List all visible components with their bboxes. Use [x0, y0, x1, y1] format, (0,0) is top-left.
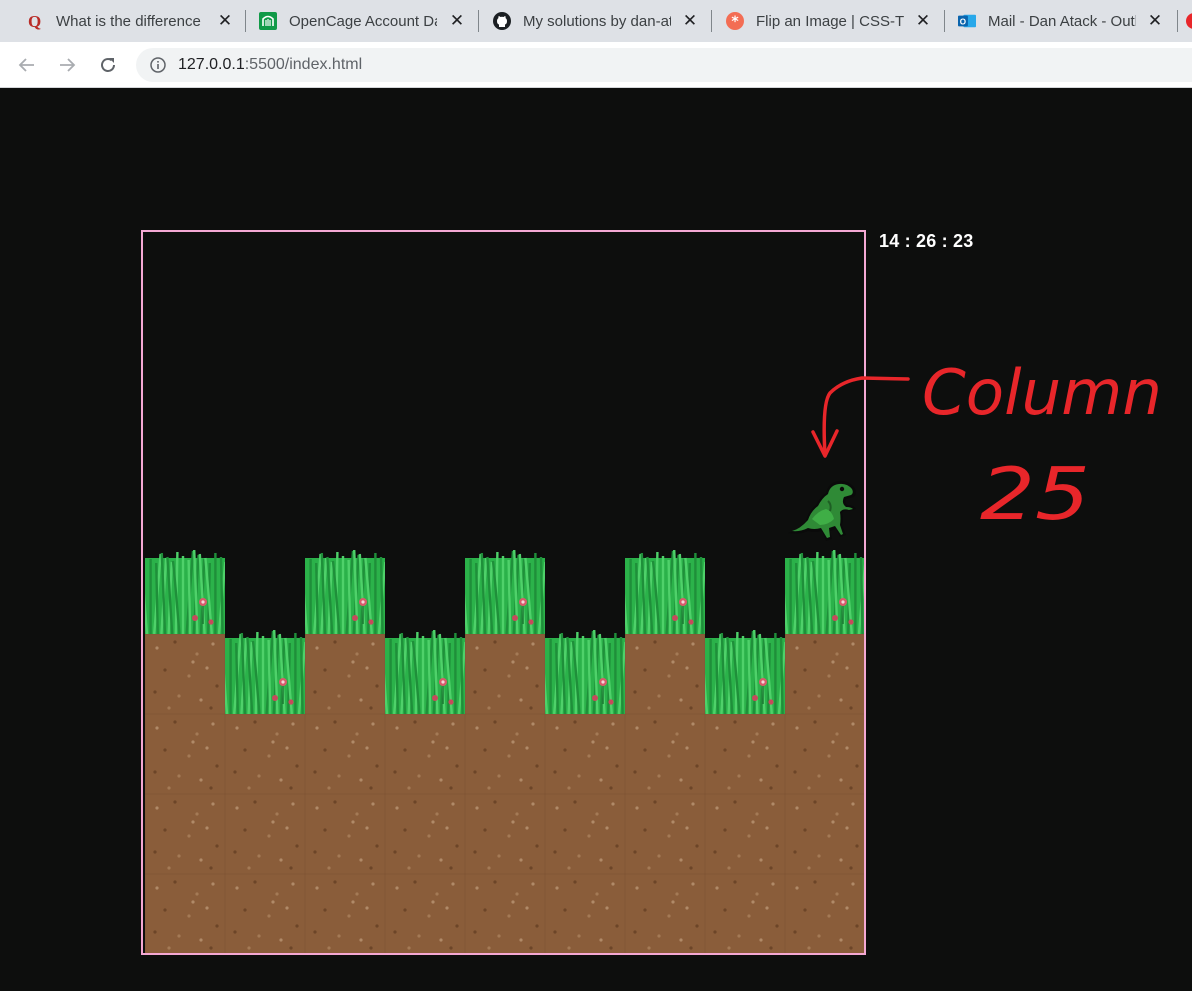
tab-css-tricks[interactable]: * Flip an Image | CSS-Tric ✕: [726, 0, 932, 42]
dirt-tile: [385, 794, 465, 874]
grass-tile: [465, 544, 545, 634]
dirt-tile: [145, 714, 225, 794]
close-icon[interactable]: ✕: [681, 12, 699, 30]
game-canvas[interactable]: [141, 230, 866, 955]
svg-text:*: *: [731, 14, 739, 30]
close-icon[interactable]: ✕: [1146, 12, 1164, 30]
tab-title: What is the difference b: [56, 12, 204, 30]
tab-separator: [478, 10, 479, 32]
tile-world: [145, 234, 864, 953]
dirt-tile: [465, 874, 545, 953]
game-timer: 14 : 26 : 23: [879, 231, 974, 251]
arrow-left-icon: [18, 58, 34, 72]
dirt-tile: [785, 634, 864, 714]
url-text[interactable]: 127.0.0.1:5500/index.html: [178, 56, 362, 74]
back-button[interactable]: [12, 50, 42, 80]
dirt-tile: [225, 874, 305, 953]
tab-github[interactable]: My solutions by dan-at ✕: [493, 0, 699, 42]
tab-title: OpenCage Account Dash: [289, 12, 437, 30]
next-tab-favicon-icon: [1186, 13, 1192, 29]
dirt-tile: [705, 714, 785, 794]
opencage-icon: [259, 12, 277, 30]
outlook-icon: O: [958, 12, 976, 30]
svg-text:Q: Q: [28, 12, 41, 30]
close-icon[interactable]: ✕: [216, 12, 234, 30]
grass-tile: [625, 544, 705, 634]
grass-tile: [785, 544, 864, 634]
tab-separator: [944, 10, 945, 32]
reload-icon: [101, 58, 115, 72]
page-content: 14 : 26 : 23 Column 25: [0, 89, 1192, 991]
dirt-tile: [225, 794, 305, 874]
annotation-overlay: Column 25: [811, 359, 1162, 536]
grass-tile: [145, 544, 225, 634]
dirt-tile: [625, 874, 705, 953]
tab-separator: [245, 10, 246, 32]
info-icon[interactable]: [150, 57, 166, 73]
dirt-tile: [785, 874, 864, 953]
url-host: 127.0.0.1: [178, 56, 245, 73]
dirt-tile: [465, 794, 545, 874]
dirt-tile: [145, 794, 225, 874]
dirt-tile: [385, 714, 465, 794]
close-icon[interactable]: ✕: [448, 12, 466, 30]
tab-quora[interactable]: Q What is the difference b ✕: [26, 0, 234, 42]
svg-text:O: O: [960, 18, 966, 27]
dirt-tile: [145, 634, 225, 714]
tab-strip: Q What is the difference b ✕ OpenCage Ac…: [0, 0, 1192, 42]
dirt-tile: [305, 794, 385, 874]
url-path: :5500/index.html: [244, 56, 363, 73]
dirt-tile: [625, 794, 705, 874]
dirt-tile: [785, 714, 864, 794]
dirt-tile: [225, 714, 305, 794]
tab-title: Mail - Dan Atack - Outl: [988, 12, 1136, 30]
tab-separator: [711, 10, 712, 32]
dirt-tile: [705, 794, 785, 874]
address-bar[interactable]: 127.0.0.1:5500/index.html: [136, 48, 1192, 82]
github-icon: [493, 12, 511, 30]
dirt-tile: [705, 874, 785, 953]
browser-toolbar: 127.0.0.1:5500/index.html: [0, 42, 1192, 88]
arrow-right-icon: [60, 58, 76, 72]
quora-icon: Q: [26, 12, 44, 30]
dirt-tile: [545, 794, 625, 874]
grass-tile: [305, 544, 385, 634]
tab-opencage[interactable]: OpenCage Account Dash ✕: [259, 0, 466, 42]
dirt-tile: [625, 634, 705, 714]
dirt-tile: [465, 634, 545, 714]
dirt-tile: [785, 794, 864, 874]
annotation-line1: Column: [922, 359, 1162, 429]
grass-tile: [385, 624, 465, 714]
forward-button[interactable]: [52, 50, 82, 80]
dirt-tile: [465, 714, 545, 794]
grass-tile: [705, 624, 785, 714]
dirt-tile: [305, 714, 385, 794]
dirt-tile: [305, 874, 385, 953]
dirt-tile: [385, 874, 465, 953]
tab-outlook[interactable]: O Mail - Dan Atack - Outl ✕: [958, 0, 1164, 42]
css-tricks-icon: *: [726, 12, 744, 30]
tab-title: Flip an Image | CSS-Tric: [756, 12, 904, 30]
tab-separator: [1177, 10, 1178, 32]
reload-button[interactable]: [93, 50, 123, 80]
annotation-arrow: [822, 376, 910, 457]
dirt-tile: [145, 874, 225, 953]
dirt-tile: [545, 874, 625, 953]
dirt-tile: [305, 634, 385, 714]
grass-tile: [545, 624, 625, 714]
tab-title: My solutions by dan-at: [523, 12, 671, 30]
dirt-tile: [545, 714, 625, 794]
close-icon[interactable]: ✕: [914, 12, 932, 30]
annotation-line2: 25: [980, 452, 1090, 536]
dirt-tile: [625, 714, 705, 794]
grass-tile: [225, 624, 305, 714]
